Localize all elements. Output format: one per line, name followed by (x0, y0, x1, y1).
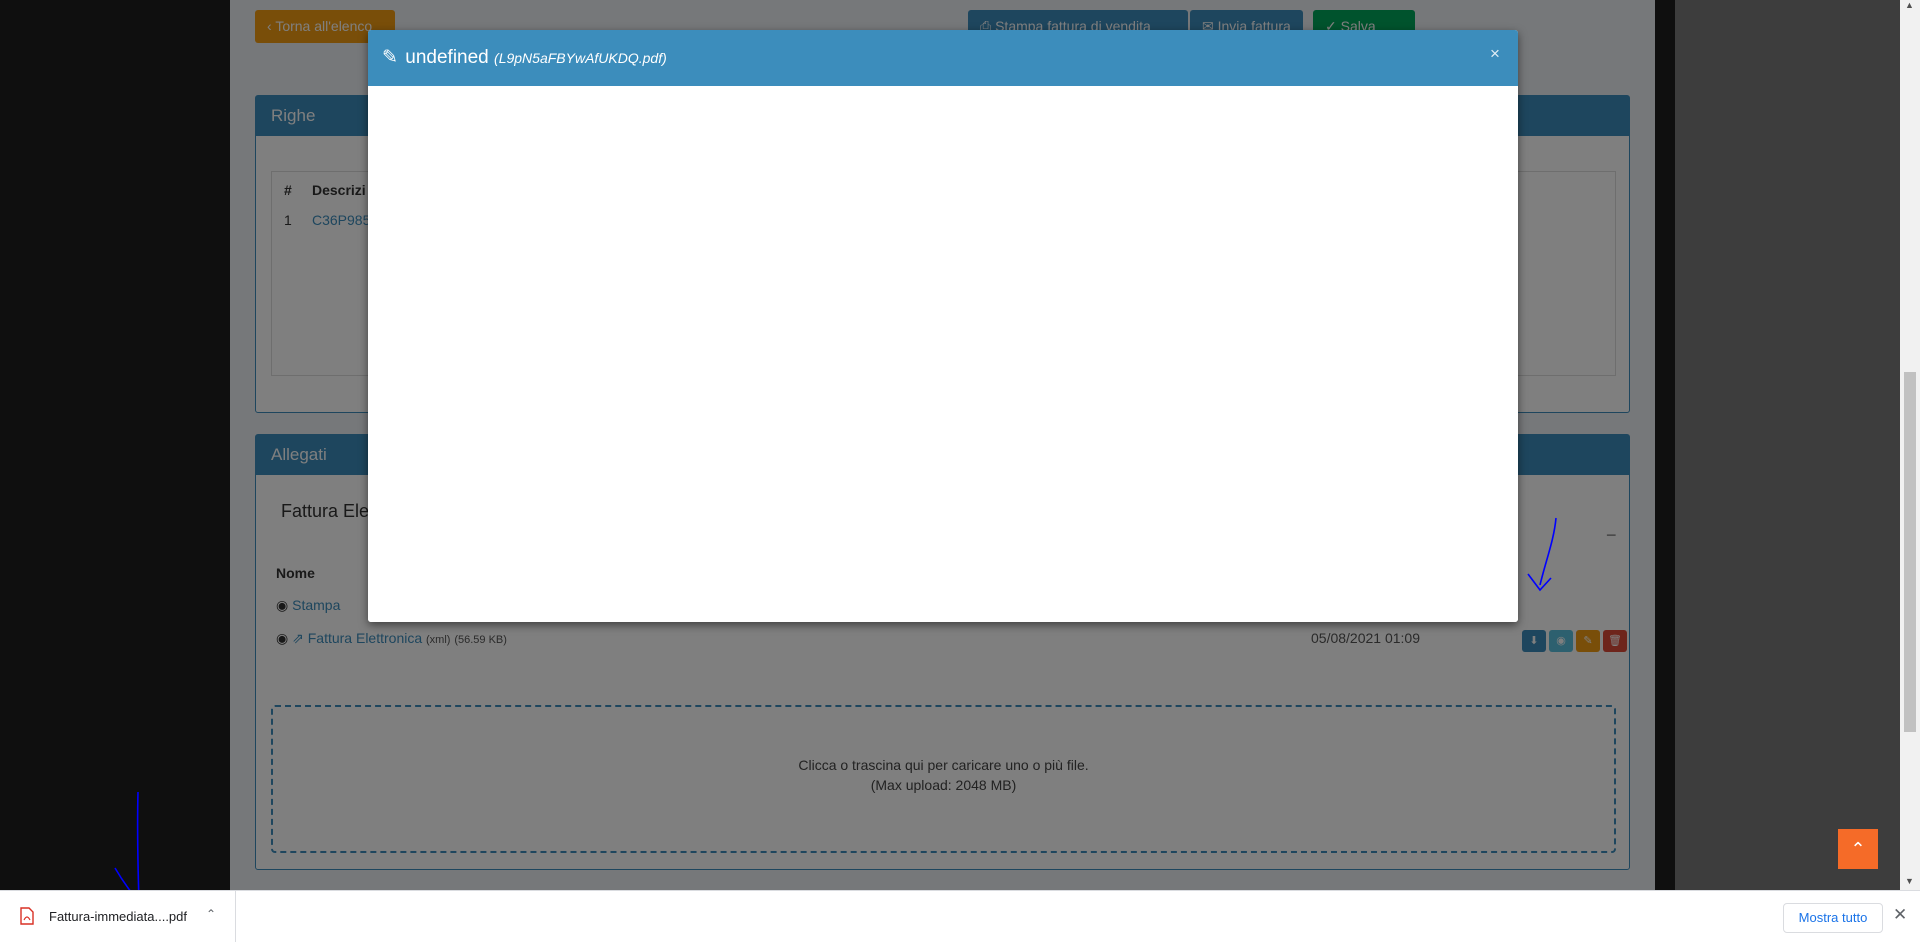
download-item[interactable]: Fattura-immediata....pdf ⌃ (0, 891, 236, 942)
download-bar: Fattura-immediata....pdf ⌃ Mostra tutto … (0, 890, 1920, 942)
chevron-up-icon: ⌃ (1850, 839, 1866, 859)
modal-body (368, 86, 1518, 622)
modal-close-button[interactable]: × (1490, 44, 1500, 64)
page-scrollbar[interactable]: ▲ ▼ (1900, 0, 1920, 890)
pencil-icon: ✎ (382, 47, 398, 68)
modal-title: ✎ undefined (L9pN5aFBYwAfUKDQ.pdf) (382, 46, 667, 69)
modal-title-text: undefined (405, 47, 489, 68)
show-all-button[interactable]: Mostra tutto (1783, 903, 1883, 933)
file-preview-modal: ✎ undefined (L9pN5aFBYwAfUKDQ.pdf) × (368, 30, 1518, 622)
scroll-to-top-button[interactable]: ⌃ (1838, 829, 1878, 869)
modal-filename: (L9pN5aFBYwAfUKDQ.pdf) (494, 50, 667, 66)
scrollbar-thumb[interactable] (1904, 372, 1916, 732)
pdf-icon (20, 907, 34, 925)
download-file-name: Fattura-immediata....pdf (49, 909, 187, 924)
chevron-up-icon[interactable]: ⌃ (206, 907, 216, 921)
scroll-up-arrow[interactable]: ▲ (1905, 0, 1914, 10)
modal-header: ✎ undefined (L9pN5aFBYwAfUKDQ.pdf) × (368, 30, 1518, 86)
close-download-bar-icon[interactable]: ✕ (1893, 905, 1907, 925)
scroll-down-arrow[interactable]: ▼ (1905, 876, 1914, 886)
